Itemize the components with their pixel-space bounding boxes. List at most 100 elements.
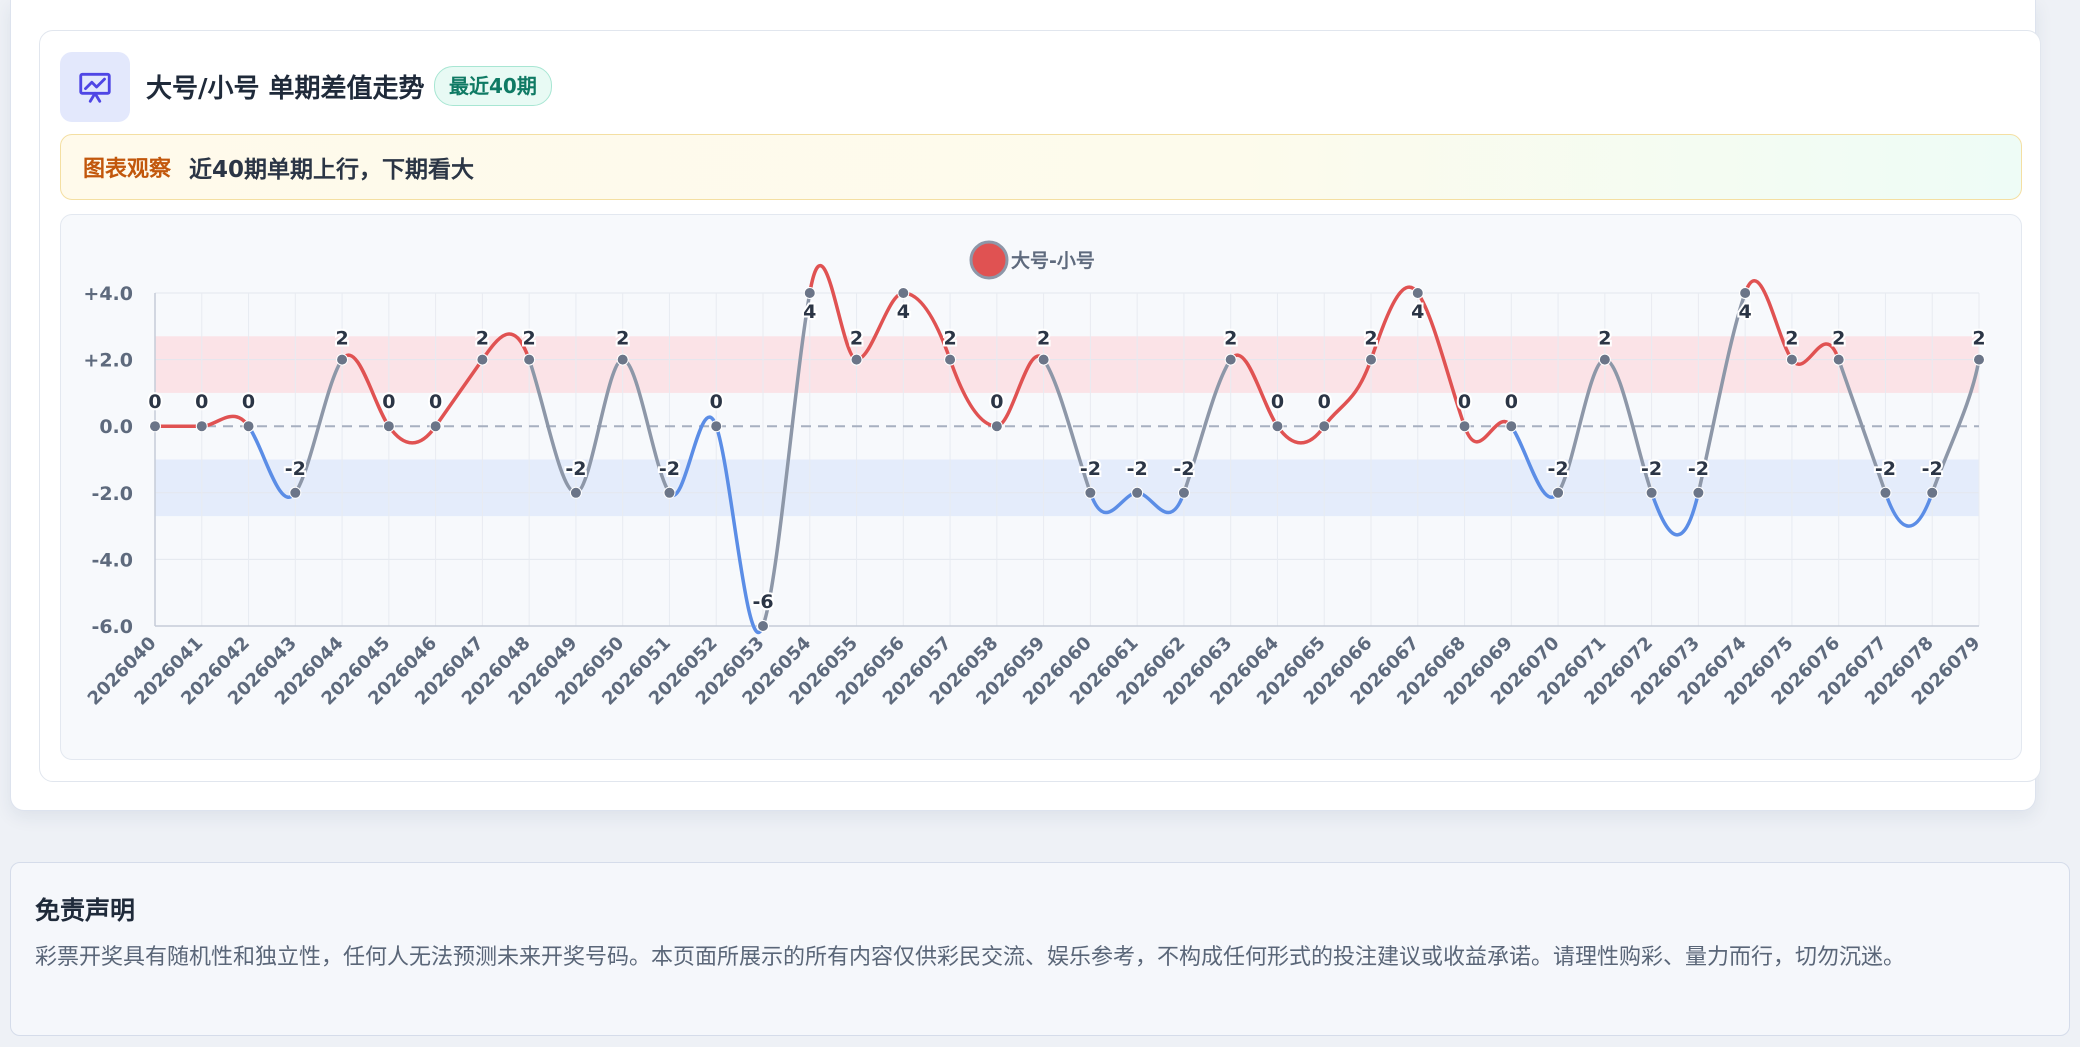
data-point	[1926, 486, 1939, 499]
legend-marker	[969, 240, 1009, 280]
data-point	[382, 420, 395, 433]
data-point	[897, 287, 910, 299]
data-point	[663, 486, 676, 499]
data-label: 0	[429, 391, 442, 413]
data-point	[523, 353, 536, 366]
data-label: -2	[565, 458, 586, 480]
y-tick-label: -4.0	[91, 549, 133, 571]
data-label: -2	[1548, 458, 1569, 480]
data-point	[1973, 353, 1985, 366]
y-tick-label: +4.0	[83, 283, 133, 305]
data-point	[1692, 486, 1705, 499]
series-line-segment	[200, 414, 251, 428]
data-label: 2	[1224, 328, 1237, 350]
insight-banner: 图表观察 近40期单期上行，下期看大	[60, 134, 2022, 200]
data-label: 0	[148, 391, 161, 413]
data-label: -2	[1080, 458, 1101, 480]
data-point	[1224, 353, 1237, 366]
data-point	[710, 420, 723, 433]
data-point	[616, 353, 629, 366]
insight-text: 近40期单期上行，下期看大	[189, 157, 475, 183]
data-point	[476, 353, 489, 366]
data-label: 2	[335, 328, 348, 350]
data-label: -2	[1875, 458, 1896, 480]
data-label: 0	[990, 391, 1003, 413]
y-tick-label: +2.0	[83, 350, 133, 372]
data-point	[1271, 420, 1284, 433]
data-label: 4	[803, 301, 816, 323]
y-tick-label: 0.0	[99, 416, 133, 438]
series-line-segment	[1275, 424, 1326, 445]
data-label: 4	[897, 301, 910, 323]
data-point	[195, 420, 208, 433]
disclaimer-text: 彩票开奖具有随机性和独立性，任何人无法预测未来开奖号码。本页面所展示的所有内容仅…	[35, 945, 1906, 970]
data-point	[1084, 486, 1097, 499]
data-label: 2	[943, 328, 956, 350]
data-label: 2	[1364, 328, 1377, 350]
data-point	[1505, 420, 1518, 433]
data-label: 0	[1271, 391, 1284, 413]
data-label: -2	[1688, 458, 1709, 480]
data-point	[1318, 420, 1331, 433]
data-point	[1365, 353, 1377, 366]
data-point	[1785, 353, 1798, 366]
data-point	[149, 420, 161, 433]
data-label: 2	[1598, 328, 1611, 350]
data-label: -2	[659, 458, 680, 480]
data-label: 2	[1785, 328, 1798, 350]
legend-label: 大号-小号	[1011, 249, 1095, 272]
data-point	[1552, 486, 1565, 499]
data-label: 0	[382, 391, 395, 413]
data-label: 0	[242, 391, 255, 413]
data-label: 4	[1739, 301, 1752, 323]
y-tick-label: -6.0	[91, 616, 133, 638]
data-label: 0	[1505, 391, 1518, 413]
data-label: 0	[195, 391, 208, 413]
data-label: -2	[1173, 458, 1194, 480]
line-chart: +4.0+2.00.0-2.0-4.0-6.020260402026041202…	[83, 240, 1988, 710]
data-label: 2	[523, 328, 536, 350]
data-label: 2	[1972, 328, 1985, 350]
data-label: 2	[616, 328, 629, 350]
data-point	[1879, 486, 1892, 499]
disclaimer-panel: 免责声明 彩票开奖具有随机性和独立性，任何人无法预测未来开奖号码。本页面所展示的…	[10, 862, 2070, 1036]
data-point	[803, 287, 816, 299]
data-point	[1832, 353, 1845, 366]
data-point	[1739, 287, 1752, 299]
data-label: -2	[1127, 458, 1148, 480]
data-point	[569, 486, 582, 499]
data-point	[1411, 287, 1424, 299]
data-label: 2	[1037, 328, 1050, 350]
data-label: -6	[752, 591, 773, 613]
data-label: -2	[285, 458, 306, 480]
data-label: 0	[710, 391, 723, 413]
series-line-segment	[387, 424, 438, 445]
period-badge: 最近40期	[434, 66, 552, 106]
data-label: 0	[1458, 391, 1471, 413]
data-label: 4	[1411, 301, 1424, 323]
insight-label: 图表观察	[83, 157, 172, 182]
data-label: 2	[850, 328, 863, 350]
data-point	[1645, 486, 1658, 499]
y-tick-label: -2.0	[91, 483, 133, 505]
data-label: 0	[1318, 391, 1331, 413]
series-line-segment	[1462, 419, 1514, 444]
data-label: -2	[1641, 458, 1662, 480]
data-point	[1037, 353, 1050, 366]
data-point	[990, 420, 1003, 433]
data-point	[1177, 486, 1190, 499]
disclaimer-title: 免责声明	[35, 896, 136, 925]
presentation-chart-icon	[60, 52, 130, 122]
data-point	[1458, 420, 1471, 433]
data-point	[1598, 353, 1611, 366]
positive-band	[155, 336, 1979, 393]
data-point	[289, 486, 302, 499]
data-point	[429, 420, 442, 433]
data-label: 2	[1832, 328, 1845, 350]
data-label: -2	[1922, 458, 1943, 480]
data-point	[757, 620, 769, 632]
data-label: 2	[476, 328, 489, 350]
page-title: 大号/小号 单期差值走势	[146, 74, 425, 104]
data-point	[336, 353, 349, 366]
data-point	[850, 353, 863, 366]
